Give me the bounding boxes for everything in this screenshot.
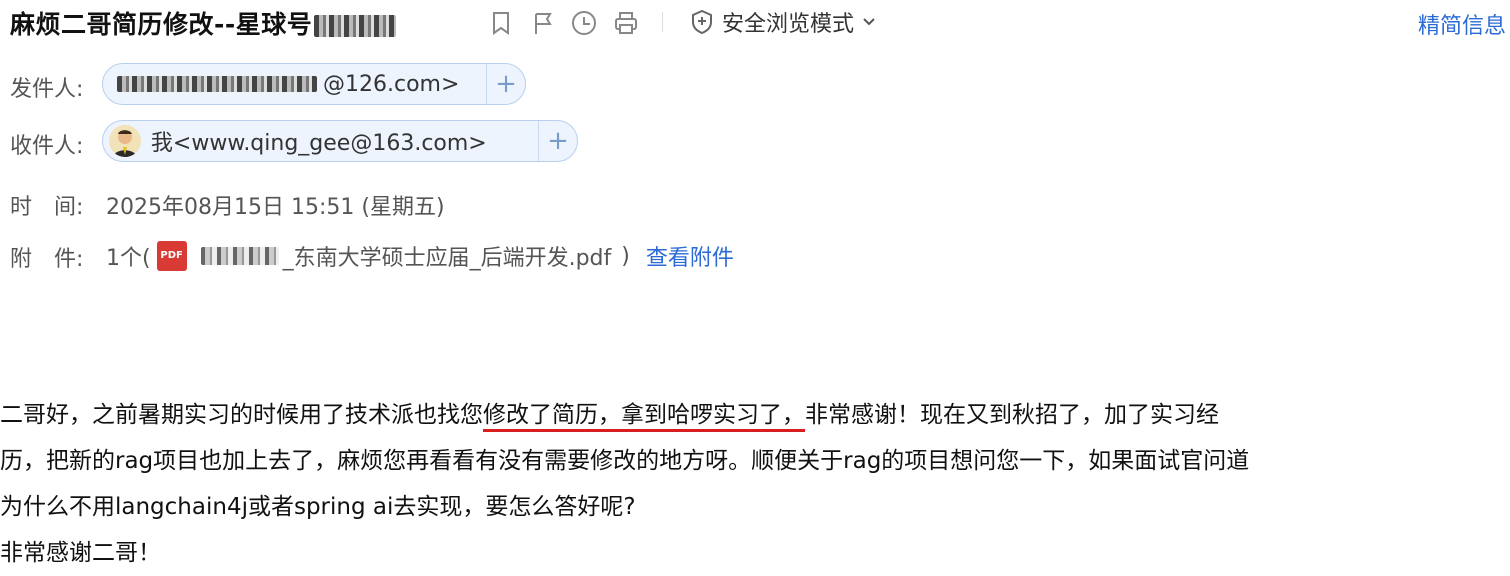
attachment-close-paren: ) [621, 243, 630, 269]
message-line: 二哥好，之前暑期实习的时候用了技术派也找您修改了简历，拿到哈啰实习了，非常感谢！… [0, 392, 1510, 438]
subject-text: 麻烦二哥简历修改--星球号 [10, 10, 313, 39]
chevron-down-icon [863, 18, 875, 26]
recipient-address: 我<www.qing_gee@163.com> [150, 131, 487, 156]
message-text: 二哥好，之前暑期实习的时候用了技术派也找您 [0, 402, 483, 428]
time-label: 时 间: [10, 195, 84, 220]
attachment-count: 1个( [106, 246, 151, 271]
mail-subject: 麻烦二哥简历修改--星球号 [10, 5, 397, 41]
add-recipient-contact-button[interactable]: + [538, 121, 577, 161]
safe-mode-label: 安全浏览模式 [722, 12, 855, 37]
recipient-label: 收件人: [10, 134, 84, 159]
safe-browsing-mode-dropdown[interactable]: 安全浏览模式 [690, 6, 876, 38]
attachment-file[interactable]: _东南大学硕士应届_后端开发.pdf [193, 240, 612, 272]
message-body: 二哥好，之前暑期实习的时候用了技术派也找您修改了简历，拿到哈啰实习了，非常感谢！… [0, 392, 1510, 576]
attachment-filename: _东南大学硕士应届_后端开发.pdf [282, 246, 612, 271]
add-sender-contact-button[interactable]: + [486, 64, 525, 104]
simple-info-link[interactable]: 精简信息 [1418, 8, 1506, 40]
shield-icon [692, 9, 712, 35]
sent-time: 2025年08月15日 15:51 (星期五) [106, 195, 445, 220]
redacted-applicant-name [200, 247, 279, 265]
print-icon[interactable] [611, 8, 641, 38]
pdf-file-icon: PDF [156, 241, 187, 271]
flag-icon[interactable] [528, 8, 558, 38]
recipient-chip[interactable]: 我<www.qing_gee@163.com> + [102, 120, 578, 162]
mail-header-bar: 麻烦二哥简历修改--星球号 安全浏览模式 精简信息 [0, 0, 1510, 46]
view-attachment-link[interactable]: 查看附件 [646, 240, 734, 272]
toolbar-divider [662, 12, 663, 32]
redacted-sender-name [117, 76, 317, 92]
highlighted-text: 修改了简历，拿到哈啰实习了， [483, 402, 805, 432]
bookmark-icon[interactable] [486, 8, 516, 38]
message-text: 非常感谢！现在又到秋招了，加了实习经 [805, 402, 1219, 428]
sender-address: @126.com> [323, 71, 460, 97]
sender-label: 发件人: [10, 77, 84, 102]
sender-chip[interactable]: @126.com> + [102, 63, 526, 105]
message-line: 为什么不用langchain4j或者spring ai去实现，要怎么答好呢? [0, 494, 636, 520]
avatar [109, 125, 141, 157]
attachment-label: 附 件: [10, 247, 84, 272]
message-line: 非常感谢二哥！ [0, 540, 161, 566]
clock-icon[interactable] [569, 8, 599, 38]
message-line: 历，把新的rag项目也加上去了，麻烦您再看看有没有需要修改的地方呀。顺便关于ra… [0, 448, 1250, 474]
attachment-row: 1个( PDF _东南大学硕士应届_后端开发.pdf ) 查看附件 [106, 240, 734, 272]
redacted-member-id [314, 15, 397, 37]
